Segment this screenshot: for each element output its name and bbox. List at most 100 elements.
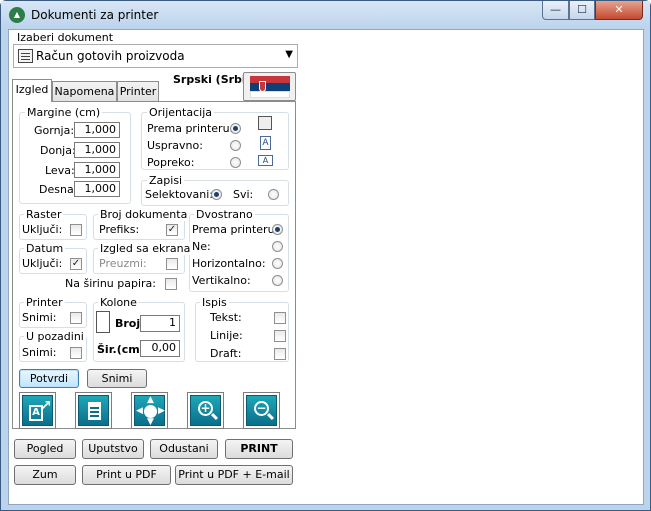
maximize-button[interactable]: ☐ xyxy=(569,1,595,20)
tab-printer[interactable]: Printer xyxy=(117,81,159,102)
date-title: Datum xyxy=(24,242,66,255)
date-label: Uključi: xyxy=(22,257,63,270)
records-all-radio[interactable] xyxy=(268,189,279,200)
orientation-landscape-label: Popreko: xyxy=(147,156,195,169)
margin-left-field[interactable]: 1,000 xyxy=(74,162,120,178)
preview-button[interactable]: Pogled xyxy=(14,439,76,459)
print-pdf-email-button[interactable]: Print u PDF + E-mail xyxy=(175,465,293,485)
doc-number-checkbox[interactable]: ✓ xyxy=(166,224,178,236)
background-title: U pozadini xyxy=(24,330,86,343)
duplex-group: Dvostrano Prema printeru: Ne: Horizontal… xyxy=(189,208,289,292)
save-button[interactable]: Snimi xyxy=(87,369,147,388)
printer-save-title: Printer xyxy=(24,296,65,309)
raster-title: Raster xyxy=(24,208,64,221)
duplex-vertical-radio[interactable] xyxy=(272,275,283,286)
tab-izgled[interactable]: Izgled xyxy=(12,79,52,102)
columns-page-icon xyxy=(96,311,110,333)
export-icon: A ↗ xyxy=(22,395,53,426)
columns-title: Kolone xyxy=(98,296,139,309)
doc-number-group: Broj dokumenta Prefiks: ✓ xyxy=(93,208,190,240)
print-draft-checkbox[interactable] xyxy=(274,348,286,360)
duplex-none-label: Ne: xyxy=(192,240,211,253)
duplex-horizontal-radio[interactable] xyxy=(272,258,283,269)
cancel-button[interactable]: Odustani xyxy=(150,439,218,459)
chevron-down-icon: ▼ xyxy=(285,49,293,60)
margin-right-field[interactable]: 1,000 xyxy=(74,181,120,197)
printer-icon xyxy=(258,116,272,130)
margin-top-label: Gornja: xyxy=(34,124,75,137)
printer-save-checkbox[interactable] xyxy=(70,312,82,324)
duplex-horizontal-label: Horizontalno: xyxy=(192,257,266,270)
print-button[interactable]: PRINT xyxy=(225,439,293,459)
zoom-out-icon: − xyxy=(246,395,277,426)
columns-width-field[interactable]: 0,00 xyxy=(140,340,180,357)
zoom-out-button[interactable]: − xyxy=(243,392,280,429)
orientation-portrait-radio[interactable] xyxy=(230,140,241,151)
landscape-page-icon: A xyxy=(258,155,273,166)
raster-checkbox[interactable] xyxy=(70,224,82,236)
printer-save-group: Printer Snimi: xyxy=(19,296,87,328)
margin-top-field[interactable]: 1,000 xyxy=(74,122,120,138)
margin-bottom-field[interactable]: 1,000 xyxy=(74,142,120,158)
move-button[interactable]: ▲ ▼ ◀ ▶ xyxy=(131,392,168,429)
export-button[interactable]: A ↗ xyxy=(19,392,56,429)
records-all-label: Svi: xyxy=(233,188,254,201)
screen-look-checkbox[interactable] xyxy=(166,258,178,270)
zoom-in-icon: + xyxy=(190,395,221,426)
print-text-checkbox[interactable] xyxy=(274,312,286,324)
paper-width-checkbox[interactable] xyxy=(165,278,177,290)
print-options-title: Ispis xyxy=(200,296,229,309)
doc-number-title: Broj dokumenta xyxy=(98,208,190,221)
zoom-in-button[interactable]: + xyxy=(187,392,224,429)
document-select[interactable]: Račun gotovih proizvoda ▼ xyxy=(13,44,298,68)
margins-title: Margine (cm) xyxy=(25,106,103,119)
records-selected-label: Selektovani: xyxy=(145,188,213,201)
date-group: Datum Uključi: ✓ xyxy=(19,242,87,274)
portrait-page-icon: A xyxy=(260,136,271,150)
print-draft-label: Draft: xyxy=(210,347,242,360)
zoom-button[interactable]: Zum xyxy=(14,465,76,485)
orientation-landscape-radio[interactable] xyxy=(230,157,241,168)
document-selected-value: Račun gotovih proizvoda xyxy=(36,49,185,63)
tab-napomena[interactable]: Napomena xyxy=(52,81,117,102)
printer-save-label: Snimi: xyxy=(22,311,57,324)
confirm-button[interactable]: Potvrdi xyxy=(19,369,79,388)
background-group: U pozadini Snimi: xyxy=(19,330,87,362)
background-checkbox[interactable] xyxy=(70,347,82,359)
columns-count-field[interactable]: 1 xyxy=(140,315,180,332)
document-button[interactable] xyxy=(75,392,112,429)
duplex-printer-label: Prema printeru: xyxy=(192,223,279,236)
window-title: Dokumenti za printer xyxy=(31,8,159,22)
document-list-icon xyxy=(18,49,33,63)
records-title: Zapisi xyxy=(147,174,185,187)
print-pdf-button[interactable]: Print u PDF xyxy=(82,465,171,485)
orientation-printer-radio[interactable] xyxy=(230,123,241,134)
duplex-printer-radio[interactable] xyxy=(272,224,283,235)
margin-bottom-label: Donja: xyxy=(40,144,76,157)
language-flag-button[interactable] xyxy=(243,72,296,101)
screen-look-title: Izgled sa ekrana xyxy=(98,242,193,255)
close-button[interactable]: ✕ xyxy=(595,1,643,20)
minimize-button[interactable]: — xyxy=(542,1,569,20)
screen-look-group: Izgled sa ekrana Preuzmi: xyxy=(93,242,193,274)
background-label: Snimi: xyxy=(22,346,57,359)
margin-right-label: Desna: xyxy=(39,183,78,196)
manual-button[interactable]: Uputstvo xyxy=(82,439,144,459)
app-window: ▲ Dokumenti za printer — ☐ ✕ Izaberi dok… xyxy=(0,0,651,511)
raster-group: Raster Uključi: xyxy=(19,208,87,240)
print-text-label: Tekst: xyxy=(210,311,242,324)
main-form: Izaberi dokument Račun gotovih proizvoda… xyxy=(8,29,644,505)
print-lines-label: Linije: xyxy=(210,329,243,342)
duplex-none-radio[interactable] xyxy=(272,241,283,252)
columns-group: Kolone Broj: 1 Šir.(cm): 0,00 xyxy=(93,296,185,362)
date-checkbox[interactable]: ✓ xyxy=(70,258,82,270)
serbia-flag-icon xyxy=(250,76,290,98)
print-lines-checkbox[interactable] xyxy=(274,330,286,342)
raster-label: Uključi: xyxy=(22,223,63,236)
margins-group: Margine (cm) Gornja: 1,000 Donja: 1,000 … xyxy=(19,106,131,204)
izgled-panel: Margine (cm) Gornja: 1,000 Donja: 1,000 … xyxy=(12,101,296,429)
margin-left-label: Leva: xyxy=(45,164,75,177)
records-group: Zapisi Selektovani: Svi: xyxy=(141,174,289,206)
orientation-portrait-label: Uspravno: xyxy=(147,139,203,152)
records-selected-radio[interactable] xyxy=(211,189,222,200)
